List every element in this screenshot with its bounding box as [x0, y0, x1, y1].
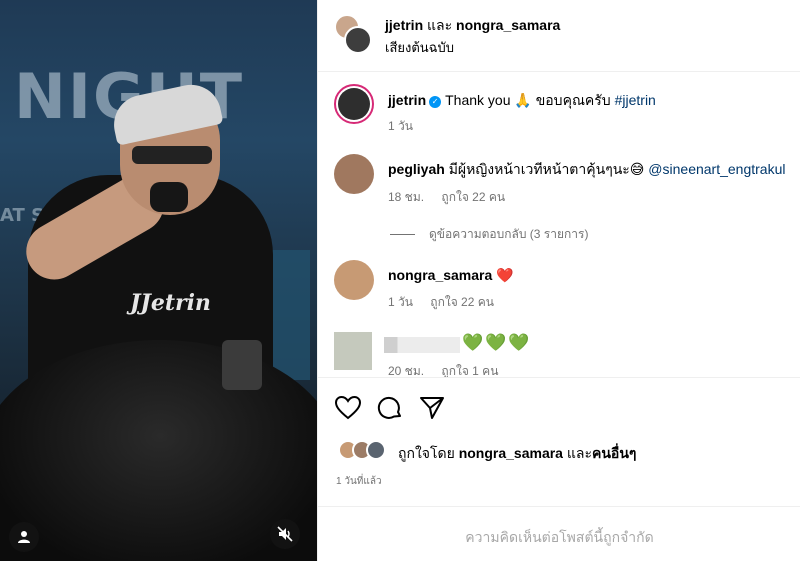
comment: nongra_samara ❤️: [388, 266, 514, 284]
avatar[interactable]: [334, 154, 374, 194]
username-link[interactable]: jjetrin: [385, 17, 423, 33]
likes-count[interactable]: ถูกใจ 22 คน: [430, 295, 494, 309]
timestamp[interactable]: 18 ชม.: [388, 190, 424, 204]
comment: pegliyah มีผู้หญิงหน้าเวทีหน้าตาคุ้นๆนะ😅…: [388, 160, 785, 178]
reel-video[interactable]: NIGHT AT SO JJetrin: [0, 0, 317, 561]
username-blurred[interactable]: [384, 337, 460, 353]
comments-list[interactable]: jjetrin ✓ Thank you 🙏 ขอบคุณครับ #jjetrin …: [318, 72, 800, 377]
caption-text: Thank you 🙏 ขอบคุณครับ: [445, 92, 611, 108]
post-actions: ถูกใจโดย nongra_samara และคนอื่นๆ 1 วันท…: [318, 377, 800, 507]
original-audio-link[interactable]: เสียงต้นฉบับ: [385, 37, 454, 58]
liked-by[interactable]: ถูกใจโดย nongra_samara และคนอื่นๆ: [398, 443, 636, 465]
speaker-muted-icon: [277, 526, 293, 542]
verified-icon: ✓: [429, 96, 442, 108]
username-link[interactable]: nongra_samara: [388, 267, 492, 283]
timestamp[interactable]: 20 ชม.: [388, 364, 424, 377]
comment-meta: 1 วัน ถูกใจ 22 คน: [388, 293, 508, 312]
share-icon[interactable]: [418, 394, 446, 422]
post-panel: jjetrin และ nongra_samara เสียงต้นฉบับ j…: [317, 0, 800, 561]
timestamp[interactable]: 1 วัน: [388, 295, 413, 309]
post-header: jjetrin และ nongra_samara เสียงต้นฉบับ: [318, 0, 800, 72]
crowd: [0, 340, 317, 561]
avatar: [366, 440, 386, 460]
conjunction: และ: [566, 445, 592, 461]
tagged-users-button[interactable]: [9, 522, 39, 552]
view-replies-label: ดูข้อความตอบกลับ (3 รายการ): [429, 227, 589, 241]
username-link[interactable]: nongra_samara: [456, 17, 560, 33]
caption-meta: 1 วัน: [388, 117, 427, 136]
shirt-logo: JJetrin: [130, 290, 211, 316]
comment-text: ❤️: [496, 267, 514, 283]
comment-meta: 18 ชม. ถูกใจ 22 คน: [388, 188, 519, 207]
username-link[interactable]: nongra_samara: [459, 445, 563, 461]
likes-count[interactable]: ถูกใจ 1 คน: [441, 364, 498, 377]
microphone: [150, 182, 188, 212]
timestamp[interactable]: 1 วัน: [388, 119, 413, 133]
avatar[interactable]: [334, 332, 372, 370]
liked-by-prefix: ถูกใจโดย: [398, 445, 455, 461]
comment-text: 💚💚💚: [462, 333, 532, 352]
divider: [390, 234, 415, 235]
heart-icon[interactable]: [334, 394, 362, 422]
avatar[interactable]: [334, 260, 374, 300]
conjunction: และ: [427, 17, 453, 33]
comment-icon[interactable]: [376, 394, 404, 422]
audience-phone: [222, 340, 262, 390]
username-link[interactable]: jjetrin: [388, 92, 426, 108]
hashtag-link[interactable]: #jjetrin: [615, 92, 656, 108]
likes-count[interactable]: ถูกใจ 22 คน: [441, 190, 505, 204]
view-replies-button[interactable]: ดูข้อความตอบกลับ (3 รายการ): [390, 225, 588, 244]
mention-link[interactable]: @sineenart_engtrakul: [648, 161, 785, 177]
avatar: [344, 26, 372, 54]
username-link[interactable]: pegliyah: [388, 161, 445, 177]
avatar[interactable]: [334, 84, 374, 124]
caption: jjetrin ✓ Thank you 🙏 ขอบคุณครับ #jjetrin: [388, 91, 656, 109]
others-link[interactable]: คนอื่นๆ: [592, 445, 636, 461]
mute-button[interactable]: [270, 519, 300, 549]
user-icon: [18, 531, 30, 543]
performer-glasses: [132, 146, 212, 164]
collab-avatars[interactable]: [334, 14, 374, 54]
comment-meta: 20 ชม. ถูกใจ 1 คน: [388, 362, 512, 377]
collab-usernames: jjetrin และ nongra_samara: [385, 15, 560, 37]
comment-text: มีผู้หญิงหน้าเวทีหน้าตาคุ้นๆนะ😅: [448, 161, 645, 177]
post-date[interactable]: 1 วันที่แล้ว: [336, 474, 382, 489]
comments-limited-notice: ความคิดเห็นต่อโพสต์นี้ถูกจำกัด: [465, 529, 654, 545]
